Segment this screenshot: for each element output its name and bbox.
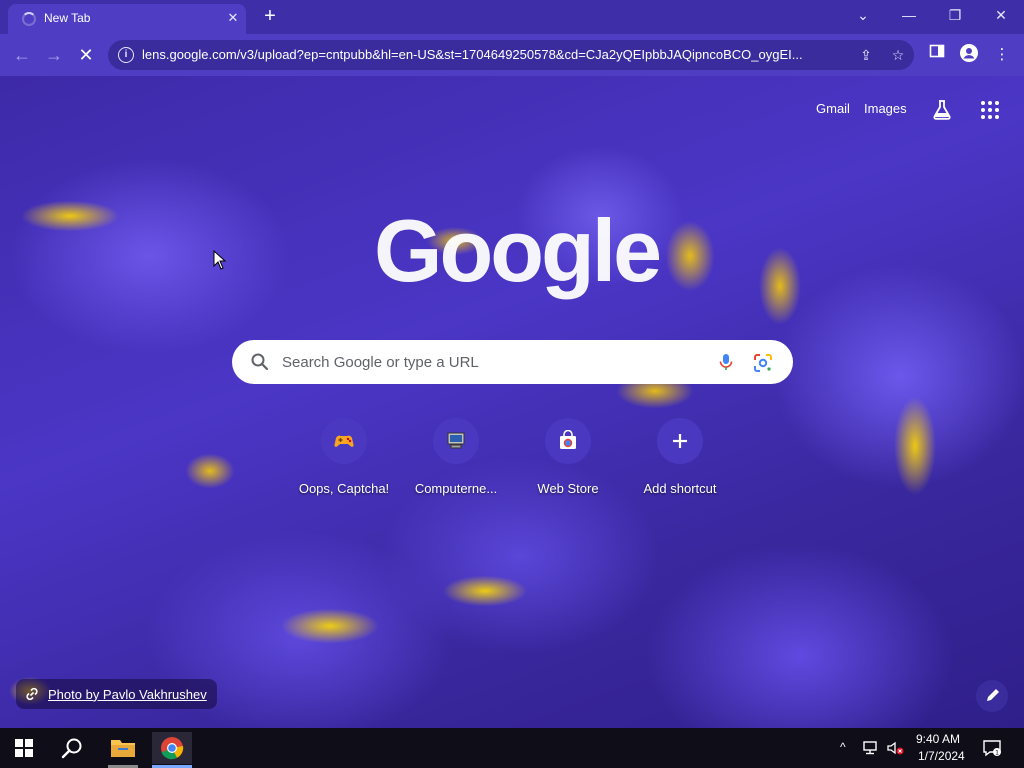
address-bar[interactable]: i lens.google.com/v3/upload?ep=cntpubb&h… (108, 40, 914, 70)
network-icon[interactable] (862, 740, 880, 759)
taskbar-search-icon[interactable] (60, 736, 84, 760)
google-apps-icon[interactable] (978, 98, 1002, 122)
chrome-taskbar-icon[interactable] (152, 732, 192, 764)
shortcut-add[interactable]: Add shortcut (624, 416, 736, 506)
voice-search-mic-icon[interactable] (716, 352, 736, 372)
back-button[interactable]: ← (10, 43, 34, 67)
mouse-cursor-icon (213, 249, 227, 270)
shortcut-label: Computerne... (414, 481, 498, 496)
tab-search-button[interactable]: ⌄ (849, 4, 877, 26)
search-icon (250, 352, 270, 372)
images-link[interactable]: Images (864, 101, 907, 116)
browser-toolbar: ← → ✕ i lens.google.com/v3/upload?ep=cnt… (0, 34, 1024, 76)
shortcut-web-store[interactable]: Web Store (512, 416, 624, 506)
loading-spinner-icon (22, 12, 36, 26)
photo-credit[interactable]: Photo by Pavlo Vakhrushev (16, 679, 217, 709)
photo-credit-link[interactable]: Photo by Pavlo Vakhrushev (48, 687, 207, 702)
tab-title: New Tab (44, 11, 91, 25)
search-input[interactable] (282, 352, 702, 372)
computer-icon (447, 432, 465, 449)
gamepad-icon (334, 435, 354, 447)
svg-text:1: 1 (995, 750, 999, 757)
google-lens-icon[interactable] (752, 352, 774, 374)
labs-flask-icon[interactable] (930, 98, 954, 122)
site-info-icon[interactable]: i (118, 47, 134, 63)
notification-center-icon[interactable]: 1 (982, 738, 1002, 758)
gmail-link[interactable]: Gmail (816, 101, 850, 116)
tab-strip: New Tab ✕ + ⌄ — ❐ ✕ (0, 0, 1024, 34)
stop-loading-button[interactable]: ✕ (74, 43, 98, 67)
tab-new-tab[interactable]: New Tab ✕ (8, 4, 246, 34)
windows-start-icon[interactable] (14, 738, 34, 758)
plus-icon (673, 434, 687, 448)
share-icon[interactable]: ⇪ (856, 45, 876, 65)
shortcut-tile (433, 418, 479, 464)
side-panel-icon[interactable] (925, 43, 949, 67)
shortcut-tile (321, 418, 367, 464)
volume-muted-icon[interactable] (886, 740, 906, 759)
new-tab-page: Gmail Images Google Oops, Captcha! (0, 76, 1024, 728)
minimize-button[interactable]: — (895, 4, 923, 26)
clock-date[interactable]: 1/7/2024 (918, 749, 965, 763)
shortcut-label: Add shortcut (643, 481, 717, 496)
pencil-icon (987, 689, 999, 701)
tab-close-button[interactable]: ✕ (224, 9, 242, 27)
link-icon (26, 687, 38, 701)
google-logo: Google (374, 201, 662, 300)
windows-taskbar: ^ 9:40 AM 1/7/2024 1 (0, 728, 1024, 768)
shortcut-label: Web Store (537, 481, 599, 496)
clock-time[interactable]: 9:40 AM (916, 732, 960, 746)
profile-avatar-icon[interactable] (957, 43, 981, 67)
tray-overflow-chevron[interactable]: ^ (840, 740, 846, 754)
shortcut-tile (545, 418, 591, 464)
url-text[interactable]: lens.google.com/v3/upload?ep=cntpubb&hl=… (142, 47, 842, 62)
restore-button[interactable]: ❐ (941, 4, 969, 26)
web-store-icon (560, 430, 576, 449)
file-explorer-icon[interactable] (108, 734, 138, 762)
shortcut-tile (657, 418, 703, 464)
customize-chrome-button[interactable] (976, 680, 1008, 712)
chrome-menu-button[interactable]: ⋮ (990, 43, 1014, 67)
new-tab-button[interactable]: + (258, 5, 282, 29)
bookmark-star-icon[interactable]: ☆ (888, 45, 908, 65)
shortcut-computerne[interactable]: Computerne... (400, 416, 512, 506)
search-box[interactable] (232, 340, 793, 384)
shortcut-oops-captcha[interactable]: Oops, Captcha! (288, 416, 400, 506)
shortcut-label: Oops, Captcha! (298, 481, 390, 496)
close-window-button[interactable]: ✕ (987, 4, 1015, 26)
forward-button[interactable]: → (42, 43, 66, 67)
